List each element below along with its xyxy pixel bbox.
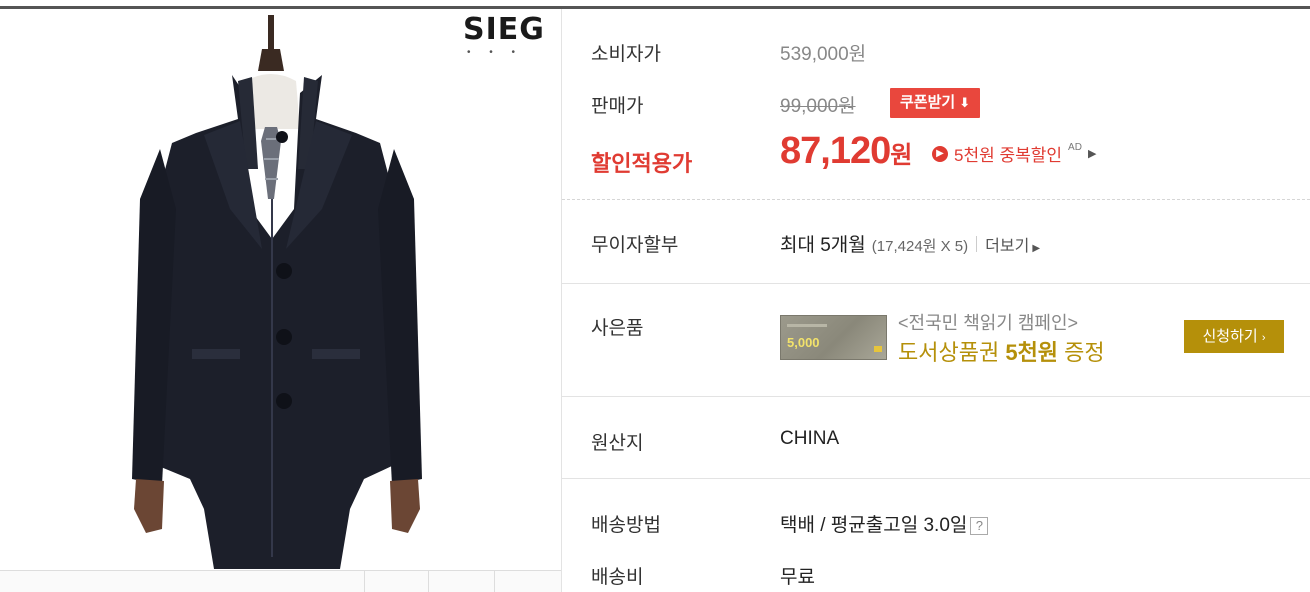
brand-logo: SIEG: [463, 12, 545, 47]
book-voucher-image: 5,000: [780, 315, 887, 360]
divider: [562, 199, 1310, 200]
more-label: 더보기: [985, 238, 1030, 255]
coat-product-image[interactable]: [0, 9, 561, 570]
installment-value: 최대 5개월 (17,424원 X 5) 더보기 ▶: [780, 230, 1040, 257]
installment-max: 최대 5개월: [780, 235, 866, 256]
installment-more-link[interactable]: 더보기 ▶: [985, 232, 1040, 256]
duplicate-discount-text: 5천원 중복할인: [954, 146, 1063, 165]
installment-label: 무이자할부: [591, 235, 679, 256]
separator: [976, 235, 978, 252]
origin-value: CHINA: [780, 428, 840, 449]
brand-logo-dots: • • •: [467, 47, 524, 58]
chevron-right-icon: ▶: [1087, 148, 1097, 160]
consumer-price-value: 539,000원: [780, 44, 867, 65]
discount-price-value: 87,120원: [780, 130, 912, 173]
voucher-amount: 5,000: [787, 335, 820, 350]
gift-desc-suffix: 증정: [1058, 340, 1105, 365]
arrow-circle-icon: ▶: [932, 145, 948, 162]
ad-badge: AD: [1068, 142, 1082, 153]
voucher-chip-icon: [874, 346, 882, 352]
coupon-download-button[interactable]: 쿠폰받기 ⬇: [890, 88, 981, 118]
gift-campaign-title: <전국민 책읽기 캠페인>: [898, 313, 1079, 333]
product-info-pane: 소비자가 539,000원 판매가 99,000원 쿠폰받기 ⬇ 할인적용가 87…: [562, 9, 1310, 592]
apply-button-label: 신청하기: [1202, 328, 1258, 345]
divider: [562, 396, 1310, 397]
sale-price-value: 99,000원: [780, 96, 856, 117]
shipping-fee-value: 무료: [780, 567, 815, 588]
divider: [562, 478, 1310, 479]
thumbnail-strip: [0, 570, 561, 592]
thumb-divider: [428, 571, 429, 592]
discount-amount: 87,120: [780, 130, 891, 172]
voucher-stripe: [787, 324, 827, 327]
shipping-method-label: 배송방법: [591, 515, 661, 536]
divider: [562, 283, 1310, 284]
coupon-button-label: 쿠폰받기: [900, 94, 956, 111]
discount-unit: 원: [890, 142, 912, 169]
sale-price-label: 판매가: [591, 96, 644, 117]
shipping-method-value: 택배 / 평균출고일 3.0일?: [780, 510, 989, 537]
shipping-method-text: 택배 / 평균출고일 3.0일: [780, 515, 968, 536]
gift-label: 사은품: [591, 318, 644, 339]
shipping-fee-label: 배송비: [591, 567, 644, 588]
chevron-right-icon: ›: [1261, 332, 1266, 344]
gift-desc-prefix: 도서상품권: [898, 340, 1006, 365]
chevron-right-icon: ▶: [1032, 243, 1041, 254]
product-image-pane: SIEG • • •: [0, 9, 561, 592]
download-icon: ⬇: [959, 95, 971, 110]
duplicate-discount-link[interactable]: ▶ 5천원 중복할인 AD ▶: [932, 141, 1096, 166]
consumer-price-label: 소비자가: [591, 44, 661, 65]
apply-button[interactable]: 신청하기 ›: [1184, 320, 1284, 353]
discount-price-label: 할인적용가: [591, 151, 693, 176]
installment-detail: (17,424원 X 5): [871, 238, 969, 255]
thumb-divider: [364, 571, 365, 592]
gift-description: 도서상품권 5천원 증정: [898, 335, 1105, 367]
origin-label: 원산지: [591, 433, 644, 454]
gift-desc-amount: 5천원: [1005, 340, 1059, 365]
help-icon[interactable]: ?: [970, 516, 989, 535]
thumb-divider: [494, 571, 495, 592]
